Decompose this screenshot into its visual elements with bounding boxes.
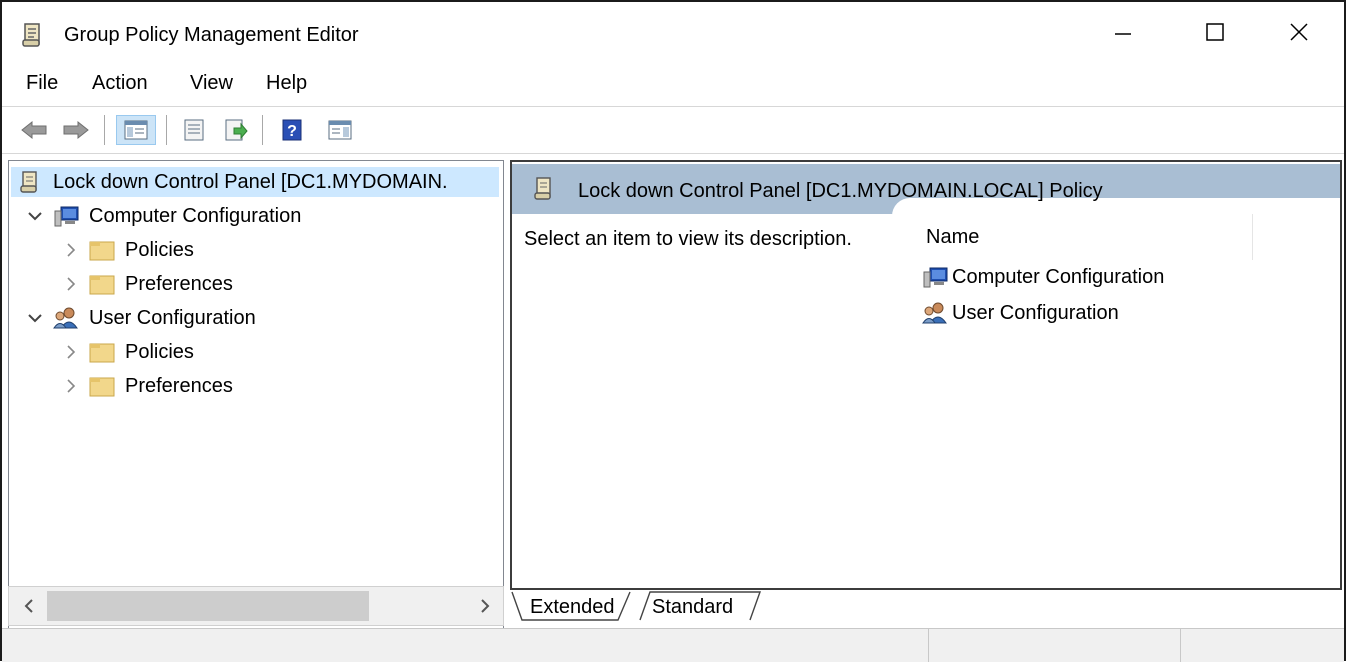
details-title: Lock down Control Panel [DC1.MYDOMAIN.LO…	[578, 180, 1103, 202]
toolbar: ?	[2, 106, 1344, 154]
show-hide-console-tree-button[interactable]	[116, 115, 156, 145]
status-bar	[2, 628, 1344, 662]
window-title: Group Policy Management Editor	[64, 24, 359, 46]
help-icon: ?	[282, 119, 302, 141]
tree-item-computer-preferences[interactable]: Preferences	[61, 269, 233, 299]
menu-view[interactable]: View	[190, 70, 233, 96]
back-icon	[21, 120, 47, 140]
tree-item-label: User Configuration	[89, 306, 256, 329]
folder-icon	[89, 238, 115, 262]
list-item-user-configuration[interactable]: User Configuration	[922, 298, 1119, 328]
scroll-left-icon[interactable]	[19, 595, 39, 617]
forward-button[interactable]	[60, 115, 92, 145]
toolbar-separator	[262, 115, 263, 145]
maximize-button[interactable]	[1180, 10, 1250, 54]
computer-icon	[922, 265, 948, 289]
maximize-icon	[1206, 23, 1224, 41]
menu-file[interactable]: File	[26, 70, 58, 96]
details-header: Lock down Control Panel [DC1.MYDOMAIN.LO…	[512, 164, 1340, 216]
column-header-name[interactable]: Name	[926, 226, 979, 249]
properties-icon	[184, 119, 204, 141]
tree-item-label: Policies	[125, 340, 194, 363]
status-divider	[1180, 629, 1181, 662]
show-hide-action-pane-button[interactable]	[324, 115, 356, 145]
export-list-button[interactable]	[220, 115, 252, 145]
computer-icon	[53, 204, 79, 228]
tree-item-gpo-root[interactable]: Lock down Control Panel [DC1.MYDOMAIN.	[11, 167, 499, 197]
close-button[interactable]	[1264, 10, 1334, 54]
users-icon	[53, 306, 79, 330]
tree-item-computer-configuration[interactable]: Computer Configuration	[25, 201, 301, 231]
chevron-right-icon[interactable]	[61, 342, 81, 362]
list-item-computer-configuration[interactable]: Computer Configuration	[922, 262, 1164, 292]
forward-icon	[63, 120, 89, 140]
chevron-right-icon[interactable]	[61, 240, 81, 260]
back-button[interactable]	[18, 115, 50, 145]
help-button[interactable]: ?	[276, 115, 308, 145]
properties-button[interactable]	[178, 115, 210, 145]
users-icon	[922, 301, 948, 325]
view-tabs: Extended Standard	[510, 590, 1342, 626]
close-icon	[1290, 23, 1308, 41]
scroll-right-icon[interactable]	[475, 595, 495, 617]
toolbar-separator	[104, 115, 105, 145]
menu-help[interactable]: Help	[266, 70, 307, 96]
tree-item-user-configuration[interactable]: User Configuration	[25, 303, 256, 333]
show-hide-action-pane-icon	[328, 120, 352, 140]
chevron-down-icon[interactable]	[25, 308, 45, 328]
svg-text:?: ?	[287, 123, 297, 140]
policy-scroll-icon	[534, 176, 554, 207]
description-text: Select an item to view its description.	[524, 228, 852, 250]
tree-item-label: Preferences	[125, 374, 233, 397]
toolbar-separator	[166, 115, 167, 145]
main-window: Group Policy Management Editor File Acti…	[0, 0, 1346, 662]
title-bar: Group Policy Management Editor	[2, 2, 1344, 60]
tree-item-label: Policies	[125, 238, 194, 261]
console-tree: Lock down Control Panel [DC1.MYDOMAIN. C…	[8, 160, 504, 634]
policy-scroll-icon	[17, 170, 43, 194]
tab-standard[interactable]: Standard	[652, 596, 733, 619]
show-hide-console-tree-icon	[124, 120, 148, 140]
tab-extended[interactable]: Extended	[530, 596, 615, 619]
column-divider[interactable]	[1252, 214, 1253, 260]
chevron-down-icon[interactable]	[25, 206, 45, 226]
list-item-label: User Configuration	[952, 301, 1119, 324]
list-item-label: Computer Configuration	[952, 265, 1165, 288]
tree-item-user-preferences[interactable]: Preferences	[61, 371, 233, 401]
tree-item-label: Lock down Control Panel [DC1.MYDOMAIN.	[53, 170, 448, 193]
tree-item-user-policies[interactable]: Policies	[61, 337, 194, 367]
minimize-icon	[1115, 33, 1131, 35]
status-divider	[928, 629, 929, 662]
policy-scroll-icon	[22, 22, 44, 48]
tree-item-computer-policies[interactable]: Policies	[61, 235, 194, 265]
tree-horizontal-scrollbar[interactable]	[8, 586, 504, 626]
minimize-button[interactable]	[1088, 10, 1158, 54]
folder-icon	[89, 272, 115, 296]
chevron-right-icon[interactable]	[61, 274, 81, 294]
menu-bar: File Action View Help	[2, 64, 1344, 102]
chevron-right-icon[interactable]	[61, 376, 81, 396]
details-pane: Lock down Control Panel [DC1.MYDOMAIN.LO…	[510, 160, 1342, 590]
tree-item-label: Preferences	[125, 272, 233, 295]
scroll-thumb[interactable]	[47, 591, 369, 621]
menu-action[interactable]: Action	[92, 70, 148, 96]
tree-item-label: Computer Configuration	[89, 204, 302, 227]
export-list-icon	[225, 119, 248, 141]
folder-icon	[89, 340, 115, 364]
folder-icon	[89, 374, 115, 398]
